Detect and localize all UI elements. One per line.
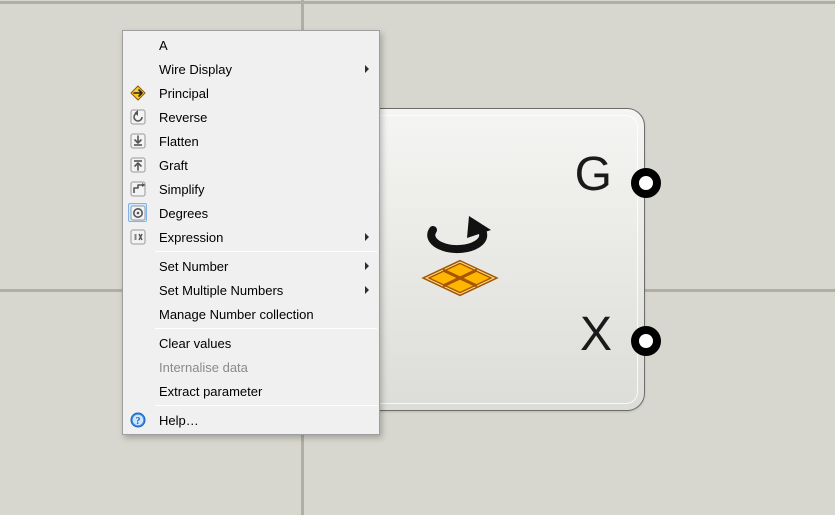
menu-item-label: Help… — [159, 413, 199, 428]
degrees-icon — [130, 205, 146, 221]
principal-icon — [130, 85, 146, 101]
menu-item-label: Principal — [159, 86, 209, 101]
grasshopper-canvas[interactable]: G X A Wire Display Principal — [0, 0, 835, 515]
reverse-icon — [130, 109, 146, 125]
menu-item-wire-display[interactable]: Wire Display — [125, 57, 377, 81]
rotate-plane-icon — [415, 208, 505, 298]
svg-text:?: ? — [136, 416, 141, 427]
menu-item-label: Set Multiple Numbers — [159, 283, 283, 298]
menu-item-param-name[interactable]: A — [125, 33, 377, 57]
menu-item-simplify[interactable]: Simplify — [125, 177, 377, 201]
menu-item-graft[interactable]: Graft — [125, 153, 377, 177]
menu-item-label: Simplify — [159, 182, 205, 197]
menu-item-help[interactable]: ? Help… — [125, 408, 377, 432]
menu-item-reverse[interactable]: Reverse — [125, 105, 377, 129]
expression-icon — [130, 229, 146, 245]
menu-item-set-multiple[interactable]: Set Multiple Numbers — [125, 278, 377, 302]
menu-item-flatten[interactable]: Flatten — [125, 129, 377, 153]
output-label-g[interactable]: G — [575, 147, 612, 202]
menu-item-label: Manage Number collection — [159, 307, 314, 322]
flatten-icon — [130, 133, 146, 149]
menu-item-label: Expression — [159, 230, 223, 245]
menu-item-manage-collection[interactable]: Manage Number collection — [125, 302, 377, 326]
menu-separator — [155, 328, 377, 329]
menu-item-label: A — [159, 38, 168, 53]
menu-item-label: Graft — [159, 158, 188, 173]
menu-item-label: Internalise data — [159, 360, 248, 375]
output-label-x[interactable]: X — [580, 307, 612, 362]
submenu-arrow-icon — [365, 262, 369, 270]
output-grip-g[interactable] — [631, 168, 661, 198]
menu-item-extract-param[interactable]: Extract parameter — [125, 379, 377, 403]
submenu-arrow-icon — [365, 286, 369, 294]
menu-item-degrees[interactable]: Degrees — [125, 201, 377, 225]
menu-item-label: Set Number — [159, 259, 228, 274]
menu-separator — [155, 405, 377, 406]
submenu-arrow-icon — [365, 233, 369, 241]
graft-icon — [130, 157, 146, 173]
menu-item-internalise: Internalise data — [125, 355, 377, 379]
menu-item-label: Wire Display — [159, 62, 232, 77]
submenu-arrow-icon — [365, 65, 369, 73]
help-icon: ? — [130, 412, 146, 428]
menu-item-set-number[interactable]: Set Number — [125, 254, 377, 278]
output-grip-x[interactable] — [631, 326, 661, 356]
menu-item-label: Reverse — [159, 110, 207, 125]
menu-item-expression[interactable]: Expression — [125, 225, 377, 249]
menu-item-label: Clear values — [159, 336, 231, 351]
grid-line-horizontal — [0, 1, 835, 4]
menu-item-label: Degrees — [159, 206, 208, 221]
menu-separator — [155, 251, 377, 252]
menu-item-clear-values[interactable]: Clear values — [125, 331, 377, 355]
menu-item-principal[interactable]: Principal — [125, 81, 377, 105]
menu-item-label: Flatten — [159, 134, 199, 149]
simplify-icon — [130, 181, 146, 197]
context-menu: AWire Display Principal Reverse Flatten … — [122, 30, 380, 435]
menu-item-label: Extract parameter — [159, 384, 262, 399]
